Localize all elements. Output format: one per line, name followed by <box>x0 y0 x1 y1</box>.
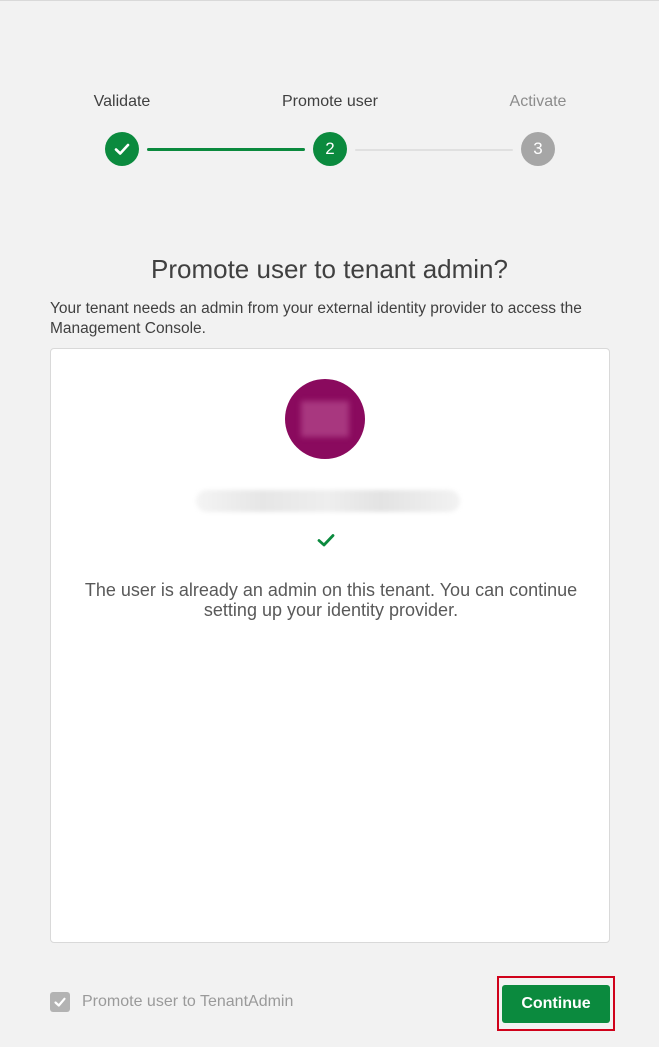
checkmark-icon <box>114 143 130 155</box>
step-label-validate: Validate <box>93 93 151 110</box>
step-promote-user-current: 2 <box>313 132 347 166</box>
step-label-promote-user: Promote user <box>281 93 379 110</box>
continue-button[interactable]: Continue <box>502 985 610 1023</box>
step-number: 2 <box>325 139 335 158</box>
step-connector-2 <box>355 149 513 151</box>
avatar <box>285 379 365 459</box>
promote-tenantadmin-checkbox[interactable] <box>50 992 70 1012</box>
step-activate-future: 3 <box>521 132 555 166</box>
page-description: Your tenant needs an admin from your ext… <box>50 300 582 337</box>
step-validate-complete <box>105 132 139 166</box>
user-card: The user is already an admin on this ten… <box>50 348 610 943</box>
step-connector-1 <box>147 148 305 151</box>
promote-user-page: Validate Promote user Activate 2 3 Promo… <box>0 0 659 1047</box>
page-title: Promote user to tenant admin? <box>151 254 508 284</box>
avatar-initials-redacted <box>301 401 349 437</box>
promote-tenantadmin-label: Promote user to TenantAdmin <box>82 993 294 1010</box>
status-message: The user is already an admin on this ten… <box>84 580 578 620</box>
user-name-redacted <box>196 490 460 512</box>
checkmark-icon <box>317 534 335 547</box>
step-number: 3 <box>533 139 543 158</box>
step-label-activate: Activate <box>509 93 567 110</box>
continue-button-highlight: Continue <box>497 976 615 1031</box>
checkmark-icon <box>54 997 66 1007</box>
